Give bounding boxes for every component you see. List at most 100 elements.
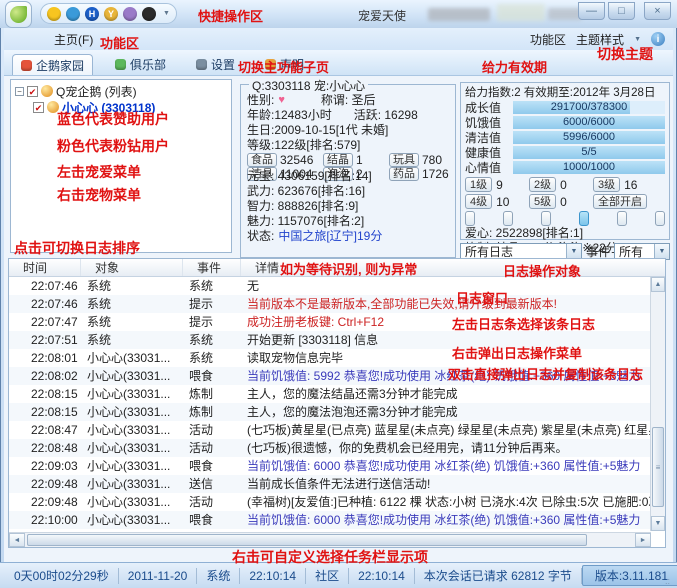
action-buttons [465,211,665,226]
scroll-left-icon[interactable]: ◄ [9,533,25,547]
log-row[interactable]: 22:08:15 小心心(33031... 炼制 主人，您的魔法结晶还需3分钟才… [9,385,651,403]
level-chip[interactable]: 2级 [529,177,556,192]
stat-bar-row: 健康值 5/5 [465,145,665,160]
inventory-row: 食品32546结晶1玩具780洁具11004泡泡2药品1726 [247,153,449,169]
action-button[interactable] [579,211,589,226]
globe-icon[interactable] [66,7,80,21]
gender-label: 性别: [247,93,274,108]
log-row[interactable]: 22:08:15 小心心(33031... 炼制 主人，您的魔法泡泡还需3分钟才… [9,403,651,421]
info-icon[interactable]: i [651,32,665,46]
inventory-item: 玩具780 [389,153,449,167]
checkbox-checked-icon[interactable]: ✔ [27,86,38,97]
status-segment[interactable]: 本次会话已请求 62812 字节 [415,568,582,584]
status-bar[interactable]: 0天00时02分29秒2011-11-20系统22:10:14社区22:10:1… [0,562,677,588]
tab-penguin-home[interactable]: 企鹅家园 [12,54,93,75]
lightbulb-icon[interactable] [47,7,61,21]
chevron-down-icon[interactable]: ▼ [566,244,581,259]
app-window: HY ▼ 宠爱天使 — □ × 主页(F) 功能区 主题样式 ▼ i 企鹅家园 [0,0,677,588]
status-value: 中国之旅[辽宁]19分 [278,229,382,244]
action-button[interactable] [503,211,513,226]
status-segment[interactable]: 社区 [306,568,349,584]
y-icon[interactable]: Y [104,7,118,21]
inventory-chip[interactable]: 结晶 [323,153,353,167]
log-row[interactable]: 22:07:46 系统 提示 当前版本不是最新版本,全部功能已失效,请升级到最新… [9,295,651,313]
level-chip[interactable]: 4级 [465,194,492,209]
log-row[interactable]: 22:08:01 小心心(33031... 系统 读取宠物信息完毕 [9,349,651,367]
vertical-scrollbar[interactable]: ▲ ≡ ▼ [650,277,665,531]
status-segment[interactable]: 22:10:14 [349,568,415,584]
column-header-time[interactable]: 时间 [9,259,81,276]
log-row[interactable]: 22:09:03 小心心(33031... 喂食 当前饥饿值: 6000 恭喜您… [9,457,651,475]
log-row[interactable]: 22:07:47 系统 提示 成功注册老板键: Ctrl+F12 [9,313,651,331]
wand-icon[interactable] [123,7,137,21]
log-row[interactable]: 22:09:48 小心心(33031... 活动 (幸福树)[友爱值:]已种植:… [9,493,651,511]
action-button[interactable] [465,211,475,226]
tab-icon [265,59,276,70]
pet-list-tree: − ✔ Q宠企鹅 (列表) ✔ 小心心 (3303118) [10,79,232,253]
menu-home[interactable]: 主页(F) [54,31,93,48]
tree-pet-label: 小心心 (3303118) [62,99,155,116]
tab-settings[interactable]: 设置 [188,54,243,75]
progress-bar: 5/5 [513,146,665,159]
scroll-down-icon[interactable]: ▼ [651,516,665,531]
inventory-item: 药品1726 [389,167,449,181]
log-row[interactable]: 22:08:48 小心心(33031... 活动 (七巧板)很遗憾，你的免费机会… [9,439,651,457]
app-logo-icon[interactable] [5,1,32,28]
pet-level: 等级:122级[排名:579] [247,138,360,153]
column-header-object[interactable]: 对象 [81,259,183,276]
close-button[interactable]: × [644,2,671,20]
column-header-detail[interactable]: 详情 [241,259,665,276]
chevron-down-icon[interactable]: ▼ [634,36,641,43]
inventory-chip[interactable]: 玩具 [389,153,419,167]
tree-pet-row[interactable]: ✔ 小心心 (3303118) [11,99,231,115]
inventory-item: 食品32546 [247,153,323,167]
maximize-button[interactable]: □ [608,2,635,20]
status-segment[interactable]: 2011-11-20 [119,568,198,584]
level-chip[interactable]: 3级 [593,177,620,192]
status-label: 状态: [247,229,274,244]
chevron-down-icon[interactable]: ▼ [654,244,669,259]
stat-bar-row: 成长值 291700/378300 [465,100,665,115]
tree-root-row[interactable]: − ✔ Q宠企鹅 (列表) [11,83,231,99]
collapse-icon[interactable]: − [15,87,24,96]
action-button[interactable] [541,211,551,226]
log-row[interactable]: 22:08:47 小心心(33031... 活动 (七巧板)黄星星(已点亮) 蓝… [9,421,651,439]
tab-statement[interactable]: 声明 [257,54,312,75]
action-button[interactable] [617,211,627,226]
menu-theme-style[interactable]: 主题样式 [576,31,624,48]
menu-ribbon[interactable]: 功能区 [530,31,566,48]
log-row[interactable]: 22:08:02 小心心(33031... 喂食 当前饥饿值: 5992 恭喜您… [9,367,651,385]
status-segment[interactable]: 22:10:14 [240,568,306,584]
action-button[interactable] [655,211,665,226]
level-item: 2级0 [529,177,593,192]
checkbox-checked-icon[interactable]: ✔ [33,102,44,113]
inventory-chip[interactable]: 食品 [247,153,277,167]
log-row[interactable]: 22:09:48 小心心(33031... 送信 当前成长值条件无法进行送信活动… [9,475,651,493]
quick-access-dropdown-icon[interactable]: ▼ [163,10,170,17]
level-chip[interactable]: 1级 [465,177,492,192]
magic-levels: 1级92级03级164级105级0 全部开启 [465,177,665,209]
horizontal-scrollbar[interactable]: ◄ ► [9,532,651,547]
log-row[interactable]: 22:10:00 小心心(33031... 喂食 当前饥饿值: 6000 恭喜您… [9,511,651,529]
stat-bar-row: 清洁值 5996/6000 [465,130,665,145]
event-select[interactable]: 所有▼ [614,243,670,260]
inventory-chip[interactable]: 药品 [389,167,419,181]
scrollbar-thumb[interactable] [27,534,587,546]
status-segment[interactable]: 0天00时02分29秒 [0,568,119,584]
tab-club[interactable]: 俱乐部 [107,54,174,75]
log-type-select[interactable]: 所有日志▼ [460,243,582,260]
scrollbar-thumb[interactable]: ≡ [652,427,664,507]
level-chip[interactable]: 5级 [529,194,556,209]
scroll-right-icon[interactable]: ► [635,533,651,547]
scroll-up-icon[interactable]: ▲ [651,277,665,292]
status-segment[interactable]: 系统 [197,568,240,584]
level-item: 4级10 [465,194,529,209]
open-all-button[interactable]: 全部开启 [593,194,647,209]
qq-penguin-icon[interactable] [142,7,156,21]
h-icon[interactable]: H [85,7,99,21]
log-row[interactable]: 22:07:51 系统 系统 开始更新 [3303118] 信息 [9,331,651,349]
column-header-event[interactable]: 事件 [183,259,241,276]
minimize-button[interactable]: — [578,2,605,20]
resize-grip[interactable]: .: [665,576,675,586]
log-row[interactable]: 22:07:46 系统 系统 无 [9,277,651,295]
